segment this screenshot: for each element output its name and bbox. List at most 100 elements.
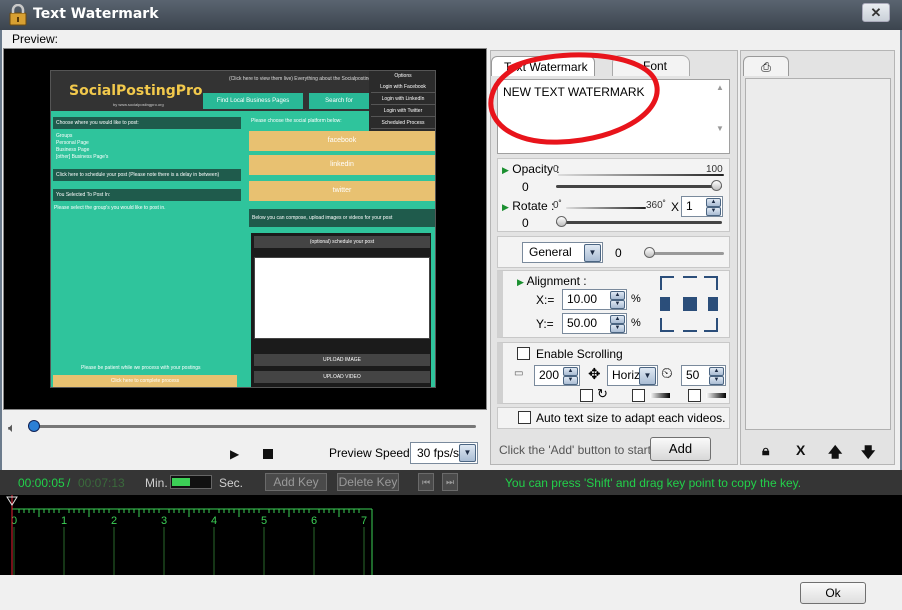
align-middle-left-icon[interactable] [660, 297, 670, 311]
opacity-value: 0 [522, 180, 529, 194]
rotate-x-label: X [671, 200, 680, 214]
lock-app-icon [9, 4, 27, 26]
alignment-y-label: Y:= [536, 317, 554, 331]
web-menu-item: Scheduled Process [371, 118, 435, 129]
scroll-speed-spinner[interactable]: 50 ▲ ▼ [681, 365, 726, 386]
alignment-y-unit: % [631, 317, 641, 329]
rotate-slider-track[interactable] [556, 221, 722, 224]
opacity-label-row: ▶ Opacity : [502, 162, 560, 176]
lock-icon[interactable]: 🔒︎ [762, 442, 769, 459]
web-compose-note: Below you can compose, upload images or … [249, 209, 435, 227]
alignment-x-value: 10.00 [567, 292, 598, 306]
prev-key-icon[interactable]: ⏮ [418, 473, 434, 491]
preview-seek-knob[interactable] [28, 420, 40, 432]
tab-layers[interactable]: ⎙ [743, 56, 789, 76]
spin-down-icon[interactable]: ▼ [610, 324, 625, 333]
loop-icon: ↻ [597, 386, 608, 401]
web-left-item: Personal Page [56, 140, 89, 146]
preview-speed-select[interactable]: 30 fps/s ▼ [410, 442, 478, 464]
expand-triangle-icon: ▶ [502, 165, 509, 175]
general-select[interactable]: General ▼ [522, 242, 603, 263]
scroll-distance-spinner[interactable]: 200 ▲ ▼ [534, 365, 580, 386]
ruler-tick-label: 5 [261, 515, 267, 527]
spin-up-icon[interactable]: ▲ [709, 367, 724, 376]
timeline-ruler: 01234567 [6, 495, 373, 575]
spin-down-icon[interactable]: ▼ [706, 207, 721, 216]
delete-icon[interactable]: X [796, 442, 805, 458]
spin-up-icon[interactable]: ▲ [610, 291, 625, 300]
expand-triangle-icon: ▶ [517, 277, 524, 287]
chevron-down-icon[interactable]: ▼ [639, 367, 656, 385]
scroll-down-icon[interactable]: ▼ [716, 124, 724, 133]
rotate-min: 0˚ [553, 200, 562, 211]
rotate-slider-knob[interactable] [556, 216, 567, 227]
delete-key-button[interactable]: Delete Key [337, 473, 399, 491]
align-top-left-icon[interactable] [660, 276, 674, 290]
scroll-up-icon[interactable]: ▲ [716, 83, 724, 92]
web-platform-twitter: twitter [249, 181, 435, 201]
general-slider-knob[interactable] [644, 247, 655, 258]
general-value: 0 [615, 246, 622, 260]
alignment-y-spinner[interactable]: 50.00 ▲ ▼ [562, 313, 627, 334]
web-menu-item: Login with Twitter [371, 106, 435, 117]
alignment-x-spinner[interactable]: 10.00 ▲ ▼ [562, 289, 627, 310]
ok-button[interactable]: Ok [800, 582, 866, 604]
add-key-button[interactable]: Add Key [265, 473, 327, 491]
web-tab-find: Find Local Business Pages [203, 93, 303, 109]
spin-down-icon[interactable]: ▼ [709, 376, 724, 385]
ruler-tick-label: 2 [111, 515, 117, 527]
web-logo: SocialPostingPro [69, 83, 203, 99]
align-bottom-right-icon[interactable] [704, 318, 718, 332]
close-button[interactable]: ✕ [862, 3, 890, 22]
fade-in-checkbox[interactable] [632, 389, 645, 402]
scroll-direction-select[interactable]: Horiz ▼ [607, 365, 658, 386]
chevron-down-icon[interactable]: ▼ [459, 444, 476, 462]
stop-icon[interactable] [263, 449, 273, 459]
move-up-icon[interactable]: 🡅 [828, 442, 842, 466]
align-middle-right-icon[interactable] [708, 297, 718, 311]
add-hint: Click the 'Add' button to start -> [499, 443, 666, 457]
rotate-value: 0 [522, 216, 529, 230]
time-current: 00:00:05 [18, 476, 65, 490]
spin-down-icon[interactable]: ▼ [563, 376, 578, 385]
auto-size-label: Auto text size to adapt each videos. [536, 411, 726, 425]
spin-up-icon[interactable]: ▲ [563, 367, 578, 376]
play-icon[interactable]: ▶ [230, 447, 239, 461]
loop-checkbox[interactable] [580, 389, 593, 402]
spin-up-icon[interactable]: ▲ [706, 198, 721, 207]
align-bottom-left-icon[interactable] [660, 318, 674, 332]
spin-up-icon[interactable]: ▲ [610, 315, 625, 324]
auto-size-checkbox[interactable] [518, 411, 531, 424]
volume-icon[interactable]: 🔈︎ [8, 420, 24, 435]
next-key-icon[interactable]: ⏭ [442, 473, 458, 491]
web-tab-search: Search for [309, 93, 369, 109]
general-slider-track[interactable] [644, 252, 724, 255]
spin-down-icon[interactable]: ▼ [610, 300, 625, 309]
preview-seek-track[interactable] [28, 425, 476, 428]
rotate-label-row: ▶ Rotate : [502, 199, 554, 213]
align-center-icon[interactable] [683, 297, 697, 311]
add-button[interactable]: Add [650, 437, 711, 461]
opacity-slider-knob[interactable] [711, 180, 722, 191]
zoom-min-label: Min. [145, 476, 168, 490]
move-down-icon[interactable]: 🡇 [861, 442, 875, 466]
enable-scrolling-checkbox[interactable] [517, 347, 530, 360]
web-upload-video: UPLOAD VIDEO [254, 371, 430, 383]
chevron-down-icon[interactable]: ▼ [584, 244, 601, 262]
window-title: Text Watermark [33, 6, 159, 22]
fade-out-checkbox[interactable] [688, 389, 701, 402]
web-textarea [254, 257, 430, 339]
rotate-spinner[interactable]: 1 ▲ ▼ [681, 196, 723, 217]
align-top-center-icon[interactable] [683, 276, 697, 290]
fade-in-icon [650, 393, 670, 398]
ruler-tick-label: 3 [161, 515, 167, 527]
watermark-list[interactable] [745, 78, 891, 430]
rotate-label: Rotate : [512, 199, 555, 213]
align-top-right-icon[interactable] [704, 276, 718, 290]
timeline-zoom-handle[interactable] [172, 478, 190, 486]
alignment-label: Alignment : [526, 274, 587, 288]
web-left-item: Business Page [56, 147, 90, 153]
opacity-slider-track[interactable] [556, 185, 722, 188]
align-bottom-center-icon[interactable] [683, 318, 697, 332]
time-separator: / [67, 476, 71, 490]
